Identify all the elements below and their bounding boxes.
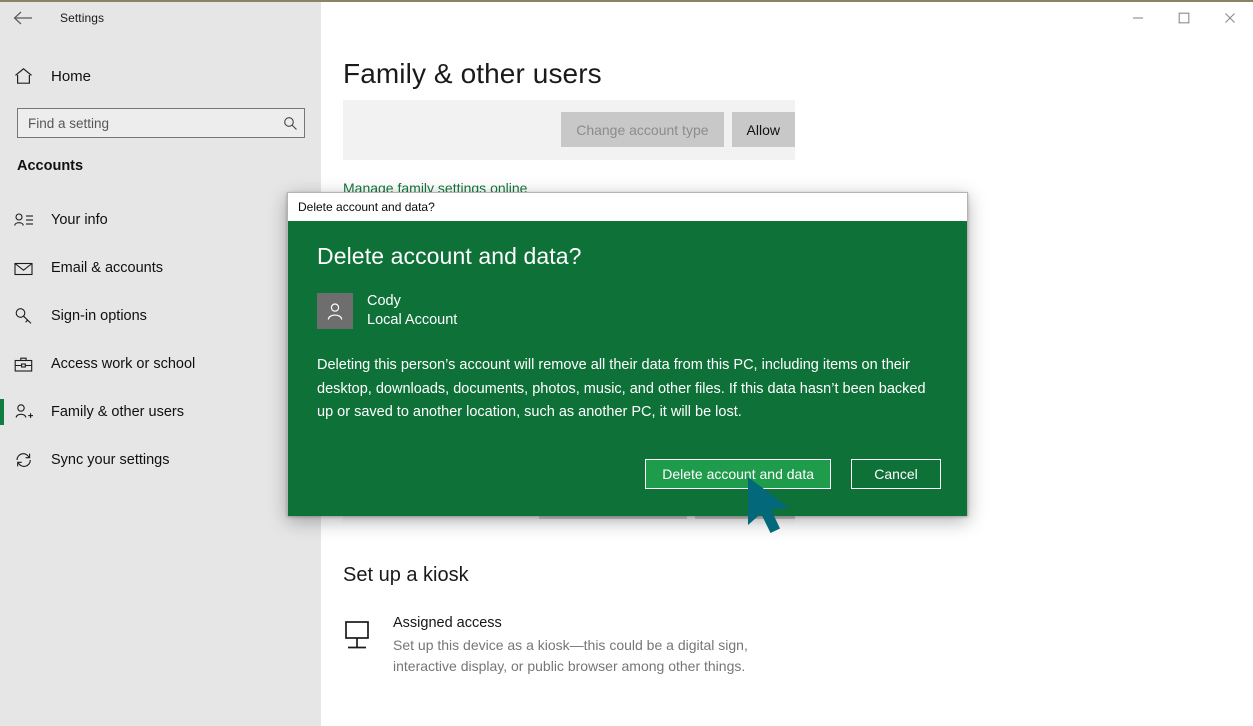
search-icon[interactable] <box>276 116 304 131</box>
search-input[interactable] <box>18 115 276 131</box>
dialog-message: Deleting this person’s account will remo… <box>317 357 926 420</box>
cancel-button[interactable]: Cancel <box>851 459 941 489</box>
sidebar-section-title: Accounts <box>17 158 84 174</box>
sidebar-item-label: Access work or school <box>51 356 196 372</box>
sidebar-item-label: Sync your settings <box>51 452 170 468</box>
sidebar-item-home-label: Home <box>51 67 92 85</box>
sidebar-nav: Your info Email & accounts Sign-in optio… <box>0 196 321 484</box>
account-action-buttons: Change account type Allow <box>561 112 795 147</box>
sidebar-item-home[interactable]: Home <box>0 56 321 96</box>
account-actions-panel: Change account type Allow <box>343 100 795 160</box>
dialog-user-row: Cody Local Account <box>317 292 937 330</box>
person-add-icon <box>14 403 44 421</box>
kiosk-section-title: Set up a kiosk <box>343 564 469 586</box>
sidebar-item-access-work-school[interactable]: Access work or school <box>0 340 321 388</box>
minimize-icon[interactable] <box>1115 2 1161 34</box>
home-icon <box>14 67 44 85</box>
dialog-titlebar-text: Delete account and data? <box>298 200 435 214</box>
window-titlebar-left: Settings <box>0 2 321 34</box>
maximize-icon[interactable] <box>1161 2 1207 34</box>
dialog-titlebar: Delete account and data? <box>288 193 967 221</box>
window-controls <box>1115 2 1253 34</box>
assigned-access-name: Assigned access <box>393 615 502 631</box>
sidebar-item-sync-your-settings[interactable]: Sync your settings <box>0 436 321 484</box>
back-arrow-icon[interactable] <box>0 2 46 34</box>
key-icon <box>14 307 44 325</box>
selection-indicator <box>0 399 4 425</box>
monitor-kiosk-icon <box>343 614 383 655</box>
sidebar-item-label: Family & other users <box>51 404 184 420</box>
sidebar-item-label: Your info <box>51 212 108 228</box>
change-account-type-button[interactable]: Change account type <box>561 112 724 147</box>
settings-window: Settings Home Accounts <box>0 0 1253 726</box>
app-title: Settings <box>60 11 105 25</box>
sidebar-item-your-info[interactable]: Your info <box>0 196 321 244</box>
dialog-user-text: Cody Local Account <box>367 292 457 330</box>
assigned-access-text: Assigned access Set up this device as a … <box>393 614 793 677</box>
allow-button[interactable]: Allow <box>731 112 795 147</box>
sync-icon <box>14 451 44 469</box>
dialog-actions: Delete account and data Cancel <box>645 459 941 489</box>
sidebar-item-label: Email & accounts <box>51 260 164 276</box>
sidebar-item-label: Sign-in options <box>51 308 147 324</box>
sidebar-item-family-other-users[interactable]: Family & other users <box>0 388 321 436</box>
search-box[interactable] <box>17 108 305 138</box>
delete-account-and-data-button[interactable]: Delete account and data <box>645 459 831 489</box>
dialog-heading: Delete account and data? <box>317 243 582 269</box>
sidebar-item-sign-in-options[interactable]: Sign-in options <box>0 292 321 340</box>
sidebar: Settings Home Accounts <box>0 2 321 726</box>
person-avatar-icon <box>317 293 353 329</box>
briefcase-icon <box>14 356 44 373</box>
assigned-access-description: Set up this device as a kiosk—this could… <box>393 637 748 674</box>
sidebar-item-email-accounts[interactable]: Email & accounts <box>0 244 321 292</box>
dialog-user-type: Local Account <box>367 312 458 328</box>
dialog-body: Delete account and data? Cody Local Acco… <box>288 221 967 516</box>
close-icon[interactable] <box>1207 2 1253 34</box>
envelope-icon <box>14 261 44 276</box>
person-info-icon <box>14 212 44 228</box>
assigned-access-item[interactable]: Assigned access Set up this device as a … <box>343 614 793 677</box>
dialog-user-name: Cody <box>367 293 401 309</box>
page-title: Family & other users <box>343 58 602 89</box>
delete-account-dialog: Delete account and data? Delete account … <box>287 192 968 516</box>
